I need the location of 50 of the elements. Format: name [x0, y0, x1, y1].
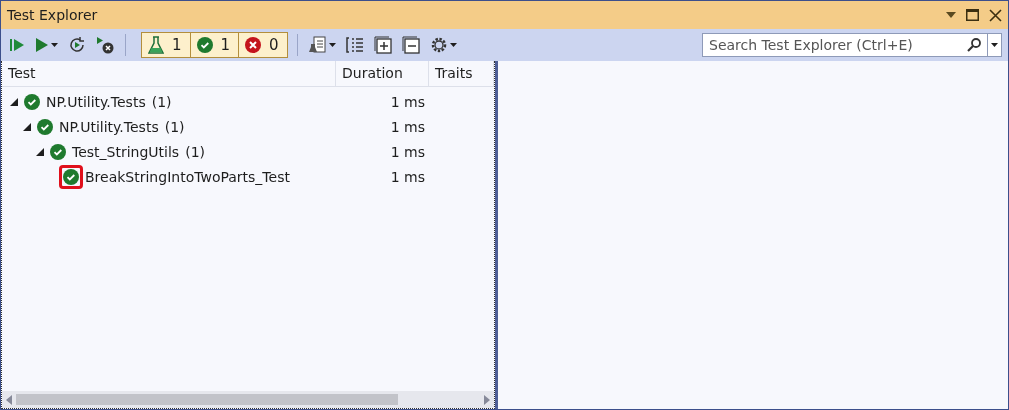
scroll-right-icon[interactable] [484, 394, 490, 405]
caret-icon[interactable] [991, 43, 998, 47]
passed-icon [50, 143, 66, 160]
test-count: (1) [185, 143, 205, 160]
expander-icon[interactable] [23, 122, 31, 131]
cancel-icon [96, 36, 114, 54]
playlist-icon [308, 36, 327, 54]
column-header[interactable]: Test [2, 61, 336, 86]
run-failed-icon [9, 37, 25, 53]
caret-icon [51, 43, 58, 47]
flask-icon [148, 36, 164, 54]
search-icon [967, 38, 981, 52]
list-icon [345, 36, 364, 54]
duration-text: 1 ms [389, 143, 426, 160]
test-name[interactable]: Test_StringUtils [72, 143, 180, 160]
test-count: (1) [151, 93, 172, 110]
play-icon [35, 37, 49, 53]
maximize-icon[interactable] [966, 9, 979, 21]
minus-icon [401, 36, 420, 54]
repeat-icon [68, 36, 86, 54]
scroll-left-icon[interactable] [6, 394, 12, 405]
expander-icon[interactable] [36, 147, 44, 156]
duration-text: 1 ms [389, 118, 426, 135]
total-count-button[interactable]: 1 [141, 32, 191, 58]
search-field[interactable]: Search Test Explorer (Ctrl+E) [702, 33, 1002, 57]
passed-count-button[interactable]: 1 [190, 32, 240, 58]
expander-icon[interactable] [10, 97, 18, 106]
test-name[interactable]: BreakStringIntoTwoParts_Test [85, 168, 290, 185]
passed-icon [196, 37, 213, 53]
duration-text: 1 ms [389, 168, 426, 185]
column-header[interactable]: Duration [336, 61, 429, 86]
column-header[interactable]: Traits [429, 61, 494, 86]
settings-icon [429, 36, 448, 54]
test-name[interactable]: NP.Utility.Tests [59, 118, 159, 135]
passed-icon [37, 118, 53, 135]
test-count: (1) [164, 118, 185, 135]
failed-count-button[interactable]: 0 [239, 32, 288, 58]
test-name[interactable]: NP.Utility.Tests [46, 93, 146, 110]
duration-text: 1 ms [389, 93, 426, 110]
caret-icon [449, 43, 457, 47]
dropdown-icon[interactable] [946, 12, 956, 18]
caret-icon [328, 43, 336, 47]
passed-icon [24, 93, 40, 110]
failed-icon [245, 37, 262, 53]
collapse-all-button[interactable] [399, 33, 422, 57]
horizontal-scrollbar[interactable] [2, 391, 494, 408]
expand-all-button[interactable] [371, 33, 394, 57]
window-title: Test Explorer [7, 7, 98, 23]
close-icon[interactable] [989, 8, 1002, 22]
plus-icon [373, 36, 392, 54]
